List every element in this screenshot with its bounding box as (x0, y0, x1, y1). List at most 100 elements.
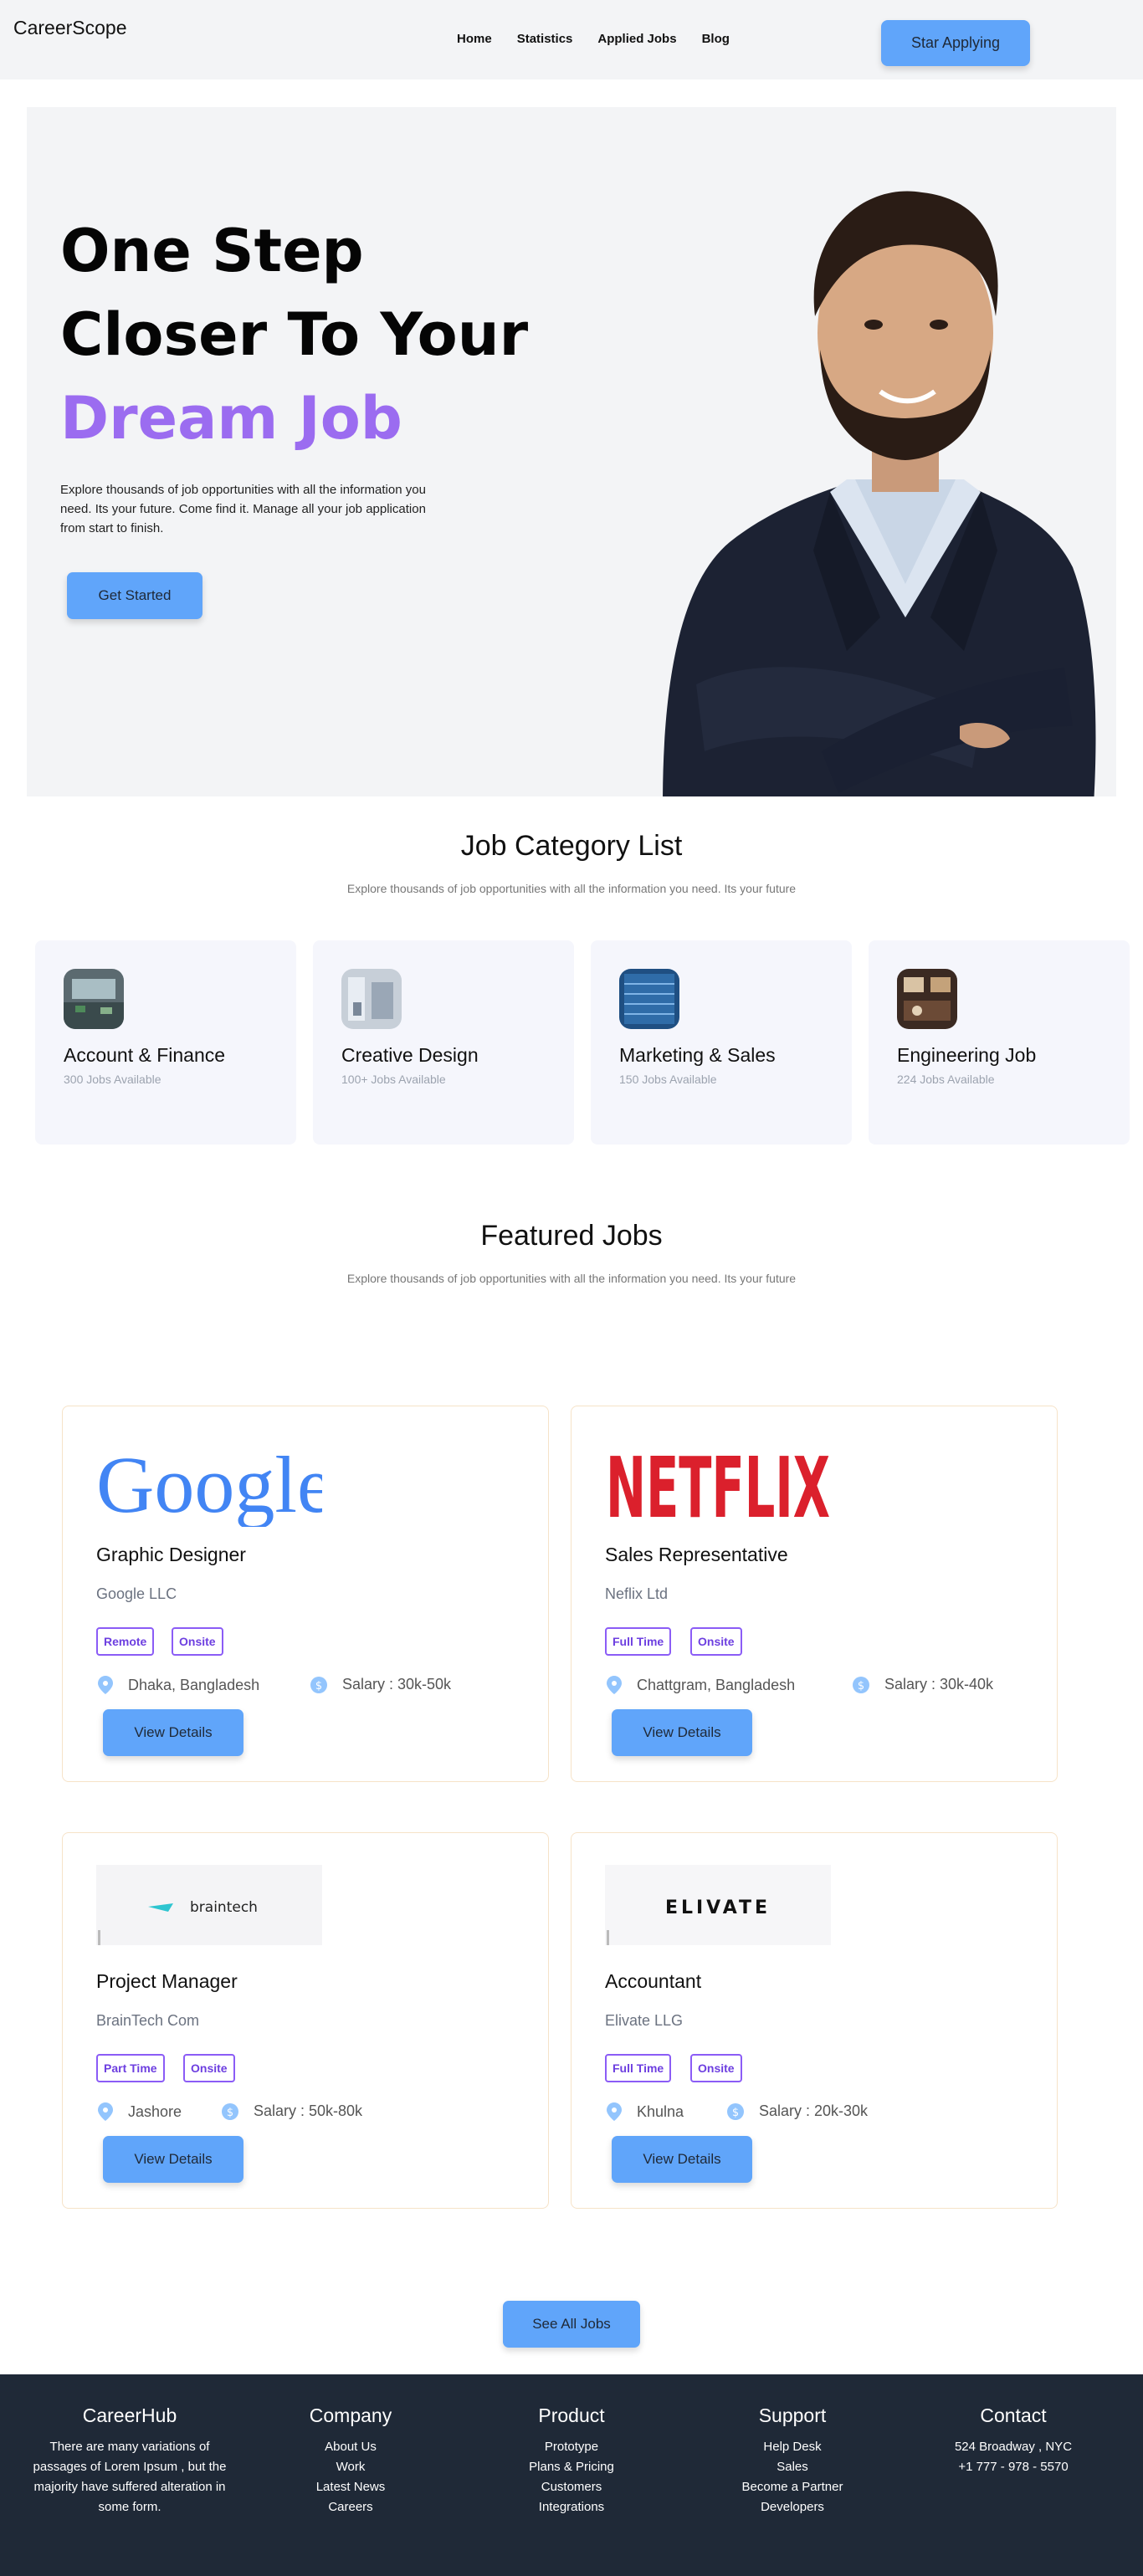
braintech-logo: braintech (96, 1865, 322, 1945)
job-salary-text: Salary : 30k-40k (884, 1676, 994, 1693)
featured-section-subtitle: Explore thousands of job opportunities w… (346, 1272, 797, 1285)
job-card-accountant: ELIVATE Accountant Elivate LLG Full Time… (571, 1832, 1058, 2209)
footer-brand-text-2: passages of Lorem Ipsum , but the (33, 2460, 227, 2474)
job-location-text: Jashore (128, 2102, 182, 2120)
footer-brand-text-4: some form. (98, 2500, 161, 2514)
footer-company-title: Company (309, 2404, 392, 2426)
job-location-text: Khulna (637, 2102, 684, 2120)
category-count: 300 Jobs Available (64, 1073, 161, 1086)
job-location: Chattgram, Bangladesh (607, 1676, 795, 1694)
category-name: Account & Finance (64, 1044, 226, 1066)
footer-link-customers[interactable]: Customers (467, 2477, 676, 2497)
category-count: 100+ Jobs Available (341, 1073, 446, 1086)
job-location-text: Dhaka, Bangladesh (128, 1676, 260, 1693)
job-tag-remote: Remote (96, 1627, 155, 1656)
see-all-jobs-button[interactable]: See All Jobs (503, 2301, 640, 2348)
footer-link-integrations[interactable]: Integrations (467, 2497, 676, 2517)
job-salary: $ Salary : 30k-40k (853, 1676, 993, 1693)
job-location: Dhaka, Bangladesh (98, 1676, 259, 1694)
engineering-icon (897, 969, 957, 1029)
job-tag-onsite: Onsite (183, 2054, 235, 2082)
brand-logo[interactable]: CareerScope (13, 17, 127, 39)
nav-link-statistics[interactable]: Statistics (517, 32, 573, 46)
footer-link-sales[interactable]: Sales (688, 2457, 897, 2477)
hero-section: One Step Closer To Your Dream Job Explor… (27, 107, 1116, 796)
hero-person-image (663, 191, 1096, 796)
location-pin-icon (607, 1676, 622, 1694)
footer-contact-title: Contact (980, 2404, 1047, 2426)
google-logo-wordmark: Google (96, 1440, 322, 1527)
footer-link-latest-news[interactable]: Latest News (246, 2477, 455, 2497)
salary-icon: $ (727, 2102, 744, 2120)
view-details-button[interactable]: View Details (612, 1709, 752, 1756)
office-icon (64, 969, 124, 1029)
job-location: Khulna (607, 2102, 684, 2121)
category-card-marketing-sales[interactable]: Marketing & Sales 150 Jobs Available (591, 940, 852, 1145)
elivate-logo-wordmark: ELIVATE (665, 1897, 771, 1918)
category-card-engineering[interactable]: Engineering Job 224 Jobs Available (869, 940, 1130, 1145)
footer-link-about-us[interactable]: About Us (246, 2437, 455, 2457)
job-card-project-manager: braintech Project Manager BrainTech Com … (62, 1832, 549, 2209)
svg-text:$: $ (227, 2107, 233, 2119)
job-card-sales-representative: NETFLIX Sales Representative Neflix Ltd … (571, 1406, 1058, 1782)
footer-link-plans-pricing[interactable]: Plans & Pricing (467, 2457, 676, 2477)
google-logo: Google (96, 1440, 322, 1527)
hero-title-line-1: One Step (60, 217, 364, 285)
get-started-button[interactable]: Get Started (67, 572, 202, 619)
footer-address: 524 Broadway , NYC (954, 2440, 1073, 2454)
category-card-account-finance[interactable]: Account & Finance 300 Jobs Available (35, 940, 296, 1145)
category-card-creative-design[interactable]: Creative Design 100+ Jobs Available (313, 940, 574, 1145)
hero-description: Explore thousands of job opportunities w… (60, 483, 426, 535)
nav-link-blog[interactable]: Blog (702, 32, 730, 46)
job-title: Sales Representative (605, 1544, 788, 1565)
footer-support-title: Support (758, 2404, 827, 2426)
salary-icon: $ (222, 2102, 238, 2120)
building-icon (619, 969, 679, 1029)
footer-link-careers[interactable]: Careers (246, 2497, 455, 2517)
footer-link-developers[interactable]: Developers (688, 2497, 897, 2517)
job-tag-part-time: Part Time (96, 2054, 165, 2082)
location-pin-icon (98, 2102, 113, 2121)
hero-title-line-2: Closer To Your (60, 300, 529, 369)
nav-link-home[interactable]: Home (457, 32, 492, 46)
footer-link-prototype[interactable]: Prototype (467, 2437, 676, 2457)
job-salary: $ Salary : 20k-30k (727, 2102, 868, 2120)
footer-link-work[interactable]: Work (246, 2457, 455, 2477)
job-location: Jashore (98, 2102, 182, 2121)
nav-link-applied-jobs[interactable]: Applied Jobs (597, 32, 676, 46)
job-salary: $ Salary : 30k-50k (310, 1676, 451, 1693)
footer: CareerHub There are many variations of p… (0, 2374, 1143, 2576)
hero-title-accent: Dream Job (60, 384, 402, 453)
job-salary-text: Salary : 20k-30k (759, 2102, 869, 2119)
view-details-button[interactable]: View Details (103, 2136, 243, 2183)
footer-company-column: Company About Us Work Latest News Career… (246, 2404, 455, 2517)
job-company: Neflix Ltd (605, 1585, 669, 1602)
design-icon (341, 969, 402, 1029)
start-applying-button[interactable]: Star Applying (881, 20, 1030, 66)
view-details-button[interactable]: View Details (103, 1709, 243, 1756)
salary-icon: $ (853, 1676, 869, 1693)
category-count: 150 Jobs Available (619, 1073, 717, 1086)
footer-brand-text-3: majority have suffered alteration in (33, 2480, 226, 2494)
salary-icon: $ (310, 1676, 327, 1693)
job-card-graphic-designer: Google Graphic Designer Google LLC Remot… (62, 1406, 549, 1782)
job-tag-full-time: Full Time (605, 2054, 672, 2082)
category-section-title: Job Category List (460, 830, 683, 862)
category-name: Marketing & Sales (619, 1044, 776, 1066)
elivate-logo: ELIVATE (605, 1865, 831, 1945)
footer-contact-column: Contact 524 Broadway , NYC +1 777 - 978 … (909, 2404, 1118, 2477)
job-company: Google LLC (96, 1585, 177, 1602)
footer-brand-title: CareerHub (82, 2404, 177, 2426)
job-title: Graphic Designer (96, 1544, 246, 1565)
top-navbar: CareerScope Home Statistics Applied Jobs… (0, 0, 1143, 79)
footer-link-become-partner[interactable]: Become a Partner (688, 2477, 897, 2497)
footer-brand-text-1: There are many variations of (49, 2440, 210, 2454)
category-name: Creative Design (341, 1044, 479, 1066)
hero-title: One Step Closer To Your Dream Job (60, 209, 528, 460)
svg-text:$: $ (858, 1680, 864, 1693)
job-company: BrainTech Com (96, 2012, 200, 2029)
footer-link-help-desk[interactable]: Help Desk (688, 2437, 897, 2457)
job-company: Elivate LLG (605, 2012, 684, 2029)
job-title: Accountant (605, 1970, 702, 1992)
view-details-button[interactable]: View Details (612, 2136, 752, 2183)
